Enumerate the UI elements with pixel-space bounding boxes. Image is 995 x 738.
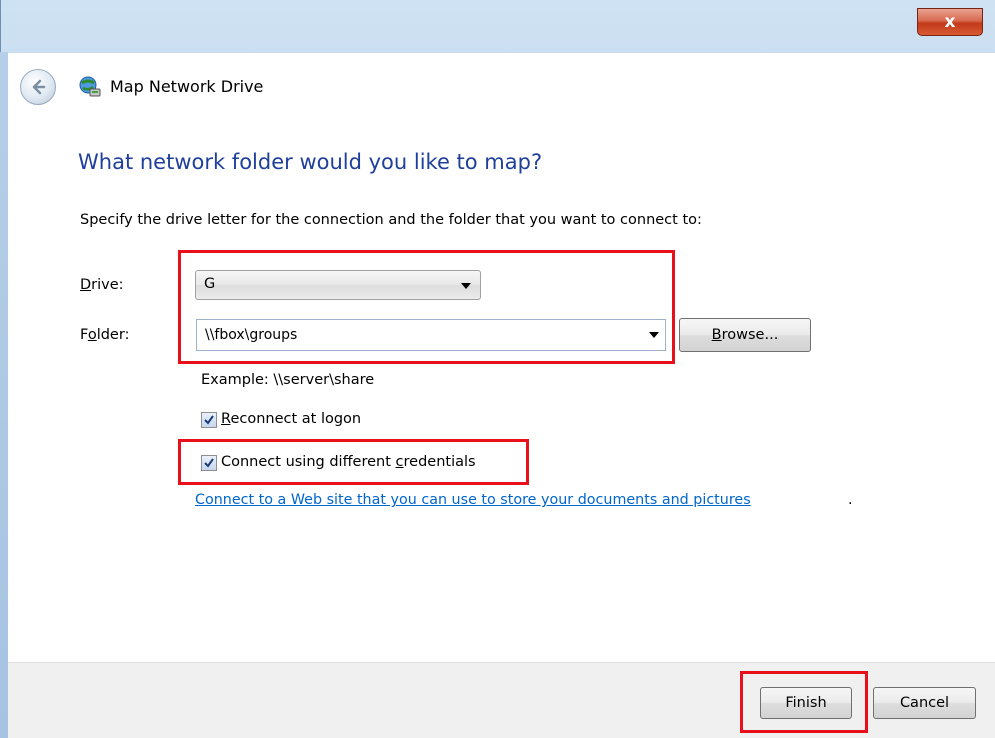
example-text: Example: \\server\share bbox=[201, 372, 375, 388]
cancel-label: Cancel bbox=[899, 695, 950, 711]
credentials-label-text: redentials bbox=[403, 454, 476, 470]
map-network-drive-window: x Map Network Drive What network folder … bbox=[0, 0, 995, 738]
close-button[interactable]: x bbox=[917, 8, 983, 36]
folder-label: Folder: bbox=[80, 327, 129, 343]
window-title: Map Network Drive bbox=[110, 77, 264, 96]
reconnect-label[interactable]: Reconnect at logon bbox=[221, 411, 361, 427]
wizard-content: What network folder would you like to ma… bbox=[8, 122, 995, 662]
folder-path-input[interactable]: \\fbox\groups bbox=[196, 319, 666, 351]
instructions-text: Specify the drive letter for the connect… bbox=[80, 212, 702, 228]
folder-label-text: lder: bbox=[96, 327, 130, 343]
network-drive-icon bbox=[79, 76, 101, 97]
reconnect-checkbox[interactable] bbox=[201, 412, 217, 428]
link-trailing-period: . bbox=[848, 492, 853, 508]
navigation-bar: Map Network Drive bbox=[8, 52, 995, 123]
different-credentials-label[interactable]: Connect using different credentials bbox=[221, 454, 476, 470]
page-heading: What network folder would you like to ma… bbox=[78, 150, 543, 174]
finish-button[interactable]: Finish bbox=[760, 687, 852, 719]
dialog-footer: Finish Cancel bbox=[8, 662, 995, 738]
checkmark-icon bbox=[204, 458, 214, 468]
drive-letter-dropdown[interactable]: G bbox=[195, 270, 481, 300]
browse-label: rowse... bbox=[721, 327, 779, 343]
back-arrow-icon bbox=[32, 79, 46, 95]
title-bar[interactable]: x bbox=[0, 0, 995, 52]
folder-label-start: F bbox=[80, 327, 88, 343]
finish-label: Finish bbox=[785, 695, 827, 711]
folder-label-access-key: o bbox=[87, 327, 97, 343]
credentials-label-start: Connect using different bbox=[221, 454, 396, 470]
close-icon: x bbox=[944, 12, 956, 32]
cancel-button[interactable]: Cancel bbox=[873, 687, 976, 719]
drive-label: Drive: bbox=[80, 277, 124, 293]
checkmark-icon bbox=[204, 415, 214, 425]
different-credentials-checkbox[interactable] bbox=[201, 455, 217, 471]
drive-letter-value: G bbox=[204, 276, 216, 292]
browse-access-key: B bbox=[711, 327, 722, 343]
folder-path-value: \\fbox\groups bbox=[205, 327, 298, 343]
browse-button[interactable]: Browse... bbox=[679, 318, 811, 352]
chevron-down-icon[interactable] bbox=[461, 283, 471, 289]
credentials-access-key: c bbox=[395, 454, 404, 470]
drive-label-access-key: D bbox=[80, 277, 92, 293]
store-documents-web-site-link[interactable]: Connect to a Web site that you can use t… bbox=[195, 492, 751, 508]
back-button[interactable] bbox=[20, 69, 56, 105]
window-left-border bbox=[0, 52, 8, 738]
drive-label-text: rive: bbox=[91, 277, 124, 293]
chevron-down-icon[interactable] bbox=[649, 332, 659, 338]
reconnect-label-text: econnect at logon bbox=[230, 411, 362, 427]
